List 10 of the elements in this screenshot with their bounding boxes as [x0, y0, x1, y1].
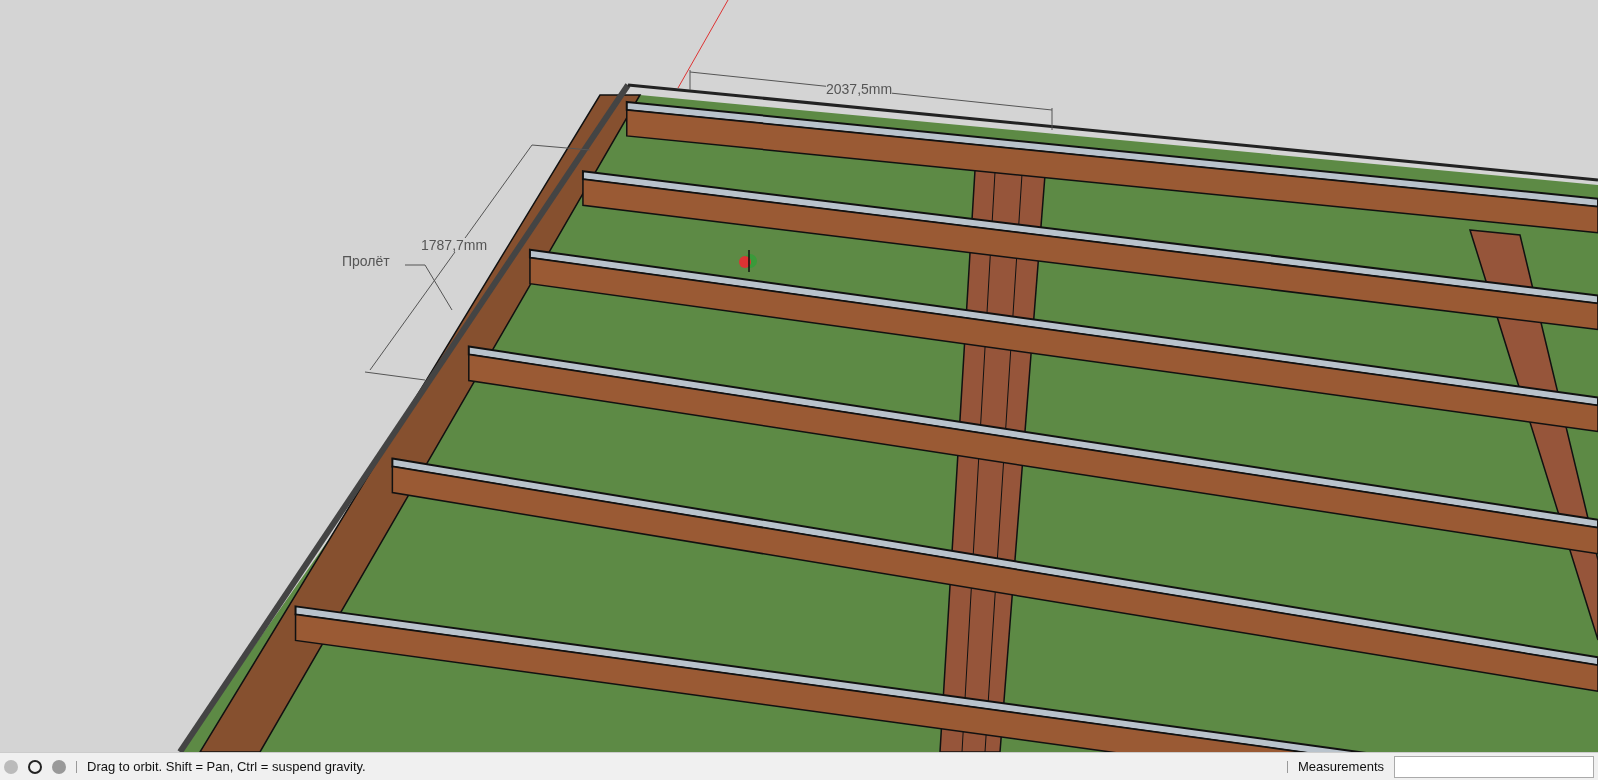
measurements-field[interactable] — [1394, 755, 1594, 778]
info-icon[interactable] — [28, 759, 42, 774]
annotation-label: Пролёт — [342, 254, 390, 268]
model-viewport[interactable]: 2037,5mm 1787,7mm Пролёт — [0, 0, 1598, 752]
measurements-label: Measurements — [1298, 757, 1384, 776]
dimension-label: 2037,5mm — [826, 82, 893, 96]
orbit-cursor-icon — [739, 249, 757, 273]
status-hint: Drag to orbit. Shift = Pan, Ctrl = suspend gravity. — [87, 757, 366, 776]
dimension-label: 1787,7mm — [421, 238, 488, 252]
leader-line — [404, 264, 453, 311]
